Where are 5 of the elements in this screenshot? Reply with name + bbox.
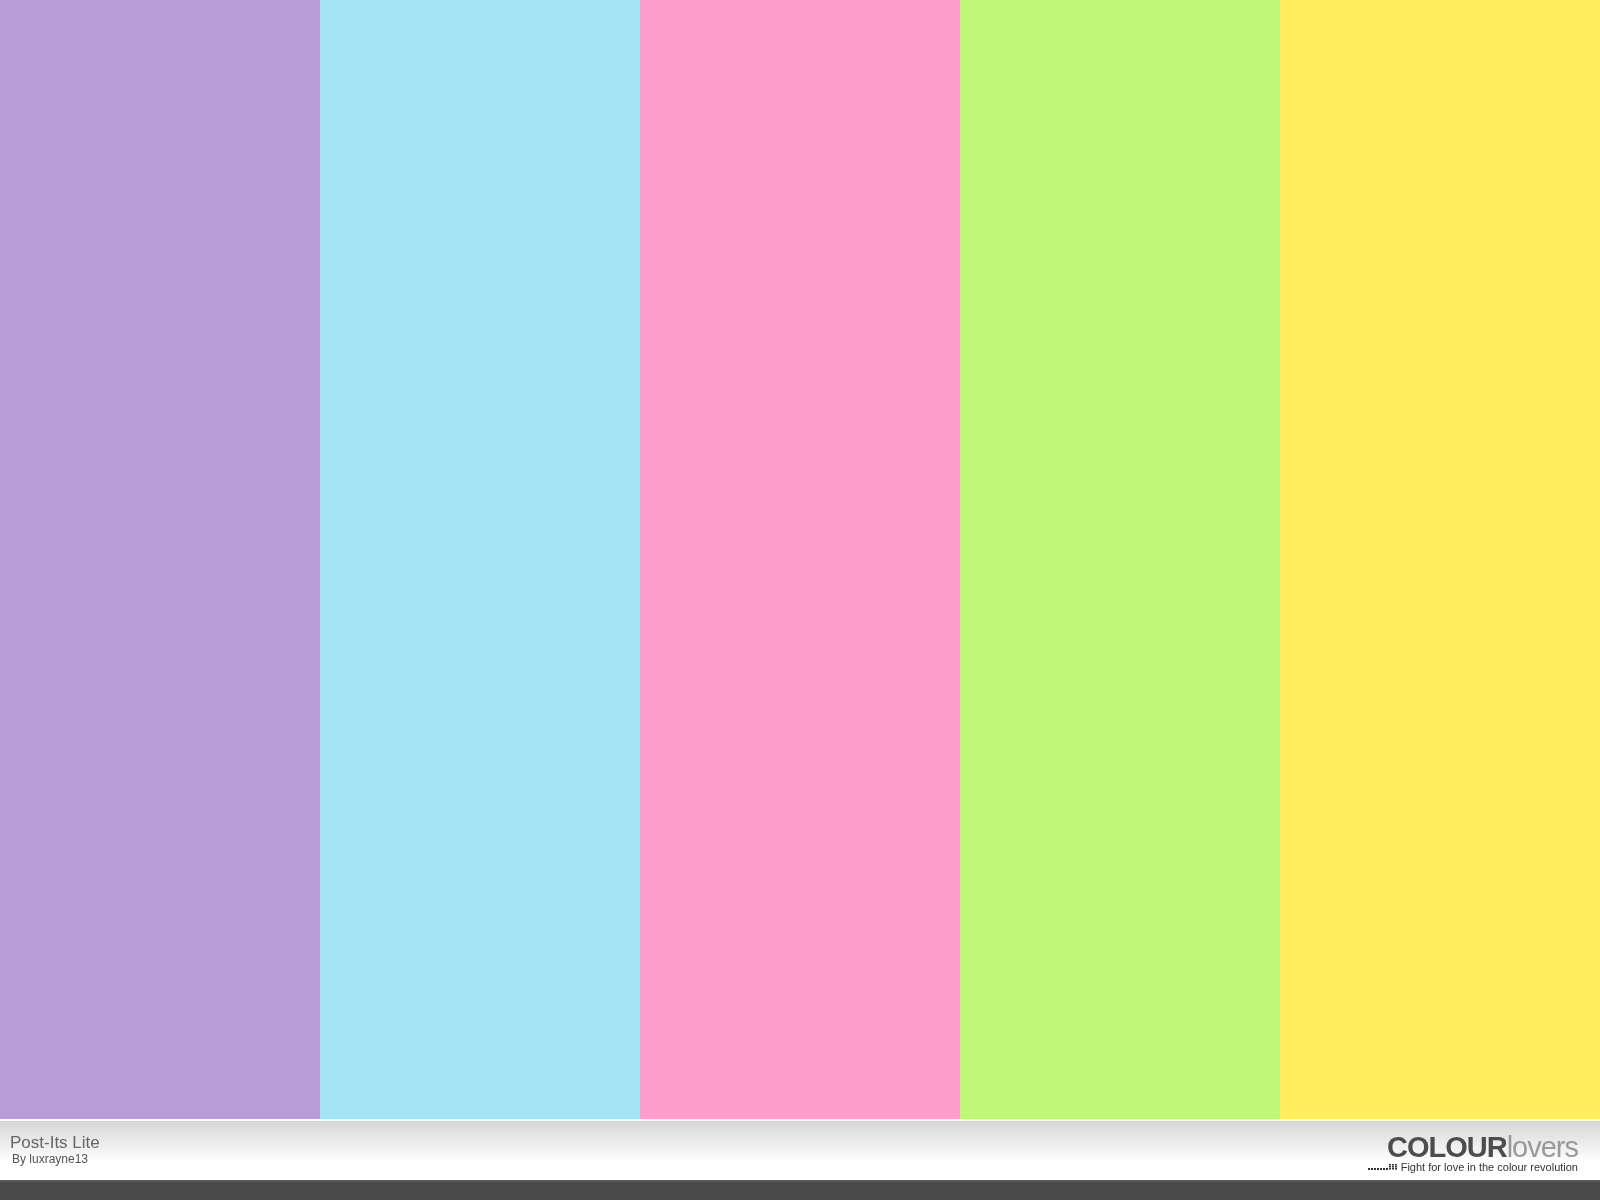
tagline: Fight for love in the colour revolution <box>1400 1161 1578 1173</box>
palette-author: By luxrayne13 <box>11 1152 90 1166</box>
dotted-line-icon <box>1367 1164 1398 1170</box>
site-logo: COLOURlovers <box>1386 1133 1578 1161</box>
palette-title: Post-Its Lite <box>10 1133 100 1152</box>
